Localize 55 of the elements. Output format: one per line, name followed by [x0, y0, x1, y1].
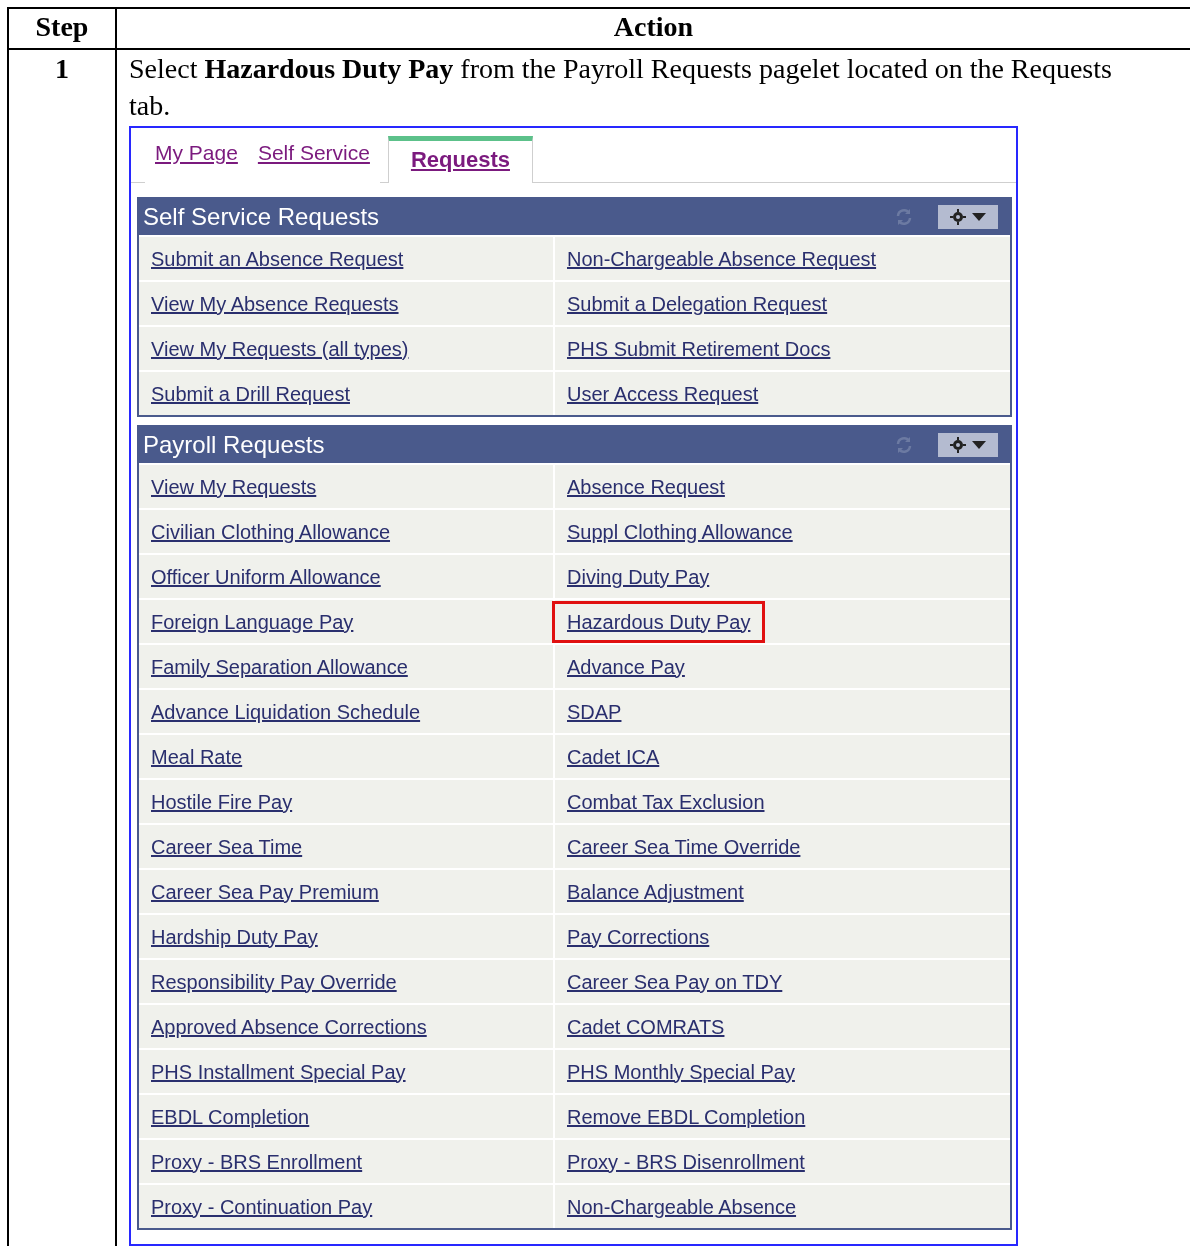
- request-link[interactable]: View My Requests: [136, 465, 332, 508]
- step-number: 1: [9, 50, 117, 1246]
- request-link[interactable]: Career Sea Time Override: [552, 825, 816, 868]
- request-link[interactable]: Advance Liquidation Schedule: [136, 690, 436, 733]
- request-link[interactable]: PHS Submit Retirement Docs: [552, 327, 846, 370]
- request-link[interactable]: Career Sea Pay on TDY: [552, 960, 798, 1003]
- column-header: Step: [9, 9, 117, 50]
- request-link[interactable]: Remove EBDL Completion: [552, 1095, 821, 1138]
- request-link[interactable]: Hostile Fire Pay: [136, 780, 308, 823]
- column-header: Action: [117, 9, 1190, 50]
- request-link[interactable]: Officer Uniform Allowance: [136, 555, 396, 598]
- settings-icon: [950, 437, 966, 453]
- request-link[interactable]: Non-Chargeable Absence: [552, 1185, 812, 1228]
- request-link[interactable]: Pay Corrections: [552, 915, 725, 958]
- request-link[interactable]: SDAP: [552, 690, 637, 733]
- request-link[interactable]: Cadet COMRATS: [552, 1005, 740, 1048]
- request-link[interactable]: Submit a Drill Request: [136, 372, 365, 415]
- settings-icon: [950, 209, 966, 225]
- request-link[interactable]: View My Absence Requests: [136, 282, 414, 325]
- instruction-text: Select Hazardous Duty Pay from the Payroll Requests pagelet located on the Requests tab.: [129, 52, 1113, 123]
- request-link[interactable]: Absence Request: [552, 465, 740, 508]
- request-link[interactable]: Combat Tax Exclusion: [552, 780, 780, 823]
- caret-icon: [972, 213, 986, 221]
- request-link[interactable]: Non-Chargeable Absence Request: [552, 237, 892, 280]
- request-link[interactable]: Advance Pay: [552, 645, 700, 688]
- request-link[interactable]: Responsibility Pay Override: [136, 960, 412, 1003]
- request-link[interactable]: View My Requests (all types): [136, 327, 424, 370]
- request-link[interactable]: Hazardous Duty Pay: [552, 600, 766, 643]
- tab[interactable]: Requests: [387, 136, 533, 183]
- request-link[interactable]: Civilian Clothing Allowance: [136, 510, 405, 553]
- request-link[interactable]: Submit an Absence Request: [136, 237, 419, 280]
- request-link[interactable]: User Access Request: [552, 372, 774, 415]
- request-link[interactable]: Foreign Language Pay: [136, 600, 369, 643]
- request-link[interactable]: Family Separation Allowance: [136, 645, 423, 688]
- request-link[interactable]: Approved Absence Corrections: [136, 1005, 442, 1048]
- request-link[interactable]: Proxy - BRS Enrollment: [136, 1140, 378, 1183]
- request-link[interactable]: Meal Rate: [136, 735, 258, 778]
- caret-icon: [972, 441, 986, 449]
- pagelet-title: Payroll Requests: [143, 431, 326, 459]
- settings-menu-button[interactable]: [938, 433, 998, 457]
- request-link[interactable]: Cadet ICA: [552, 735, 675, 778]
- request-link[interactable]: Hardship Duty Pay: [136, 915, 333, 958]
- request-link[interactable]: EBDL Completion: [136, 1095, 325, 1138]
- settings-menu-button[interactable]: [938, 205, 998, 229]
- pagelet-title: Self Service Requests: [143, 203, 381, 231]
- request-link[interactable]: Submit a Delegation Request: [552, 282, 843, 325]
- request-link[interactable]: PHS Installment Special Pay: [136, 1050, 421, 1093]
- request-link[interactable]: PHS Monthly Special Pay: [552, 1050, 810, 1093]
- request-link[interactable]: Proxy - Continuation Pay: [136, 1185, 388, 1228]
- request-link[interactable]: Balance Adjustment: [552, 870, 759, 913]
- request-link[interactable]: Suppl Clothing Allowance: [552, 510, 808, 553]
- request-link[interactable]: Diving Duty Pay: [552, 555, 725, 598]
- request-link[interactable]: Career Sea Time: [136, 825, 318, 868]
- request-link[interactable]: Career Sea Pay Premium: [136, 870, 394, 913]
- request-link[interactable]: Proxy - BRS Disenrollment: [552, 1140, 820, 1183]
